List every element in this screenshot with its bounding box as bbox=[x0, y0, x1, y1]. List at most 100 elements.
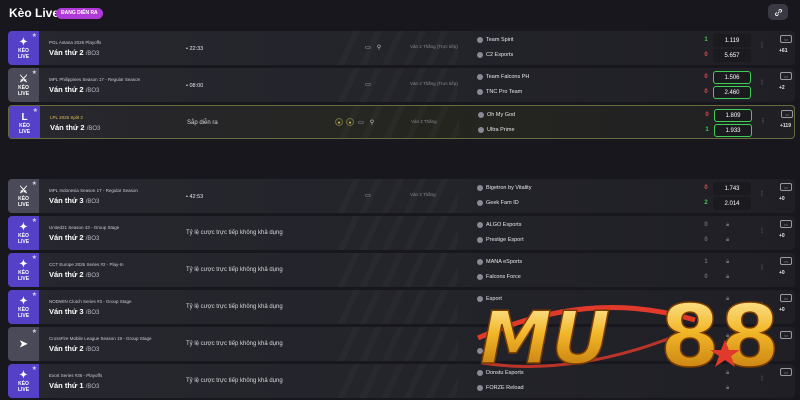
odds-team-1-button[interactable]: 1.809 bbox=[714, 109, 752, 122]
team-logo-icon bbox=[477, 74, 483, 80]
more-markets-count[interactable]: +61 bbox=[779, 48, 787, 54]
odds-team-2-button[interactable]: 1.933 bbox=[714, 124, 752, 137]
sport-tile[interactable]: ★ L KÈO LIVE bbox=[9, 106, 40, 138]
match-status: Tỷ lệ cược trực tiếp không khả dụng bbox=[186, 230, 283, 236]
video-icon[interactable]: ▭ bbox=[357, 118, 365, 126]
video-icon[interactable]: ▭ bbox=[364, 191, 372, 199]
sport-tile[interactable]: ★ ✦ KÈO LIVE bbox=[8, 216, 39, 250]
match-row[interactable]: ★ ✦ KÈO LIVE United21 Season 43 - Group Sta… bbox=[8, 216, 795, 250]
star-icon[interactable]: ★ bbox=[32, 69, 37, 76]
match-row[interactable]: ★ L KÈO LIVE LPL 2026 Split 2 Ván thứ 2 /BO3… bbox=[8, 105, 795, 139]
more-markets-count[interactable]: +2 bbox=[779, 85, 785, 91]
team-2[interactable]: Geek Fam ID bbox=[477, 200, 519, 206]
team-logo-icon bbox=[477, 259, 483, 265]
more-markets-count[interactable]: +0 bbox=[779, 196, 785, 202]
sport-tile[interactable]: ★ ✦ KÈO LIVE bbox=[8, 364, 39, 398]
live-status-badge: ĐANG DIỄN RA bbox=[56, 8, 103, 19]
link-icon[interactable]: ⚲ bbox=[375, 43, 383, 51]
odds-team-2-button[interactable]: 5.657 bbox=[713, 49, 751, 62]
more-markets-count[interactable]: +119 bbox=[780, 123, 791, 129]
match-row[interactable]: ★ ✦ KÈO LIVE PGL Astana 2026 Playoffs Ván th… bbox=[8, 31, 795, 65]
league-name: NODWIN Clutch Series #3 - Group Stage bbox=[49, 299, 132, 304]
game-icon: ✦ bbox=[19, 369, 28, 381]
match-time: • 08:00 bbox=[186, 83, 204, 89]
team-logo-icon bbox=[478, 127, 484, 133]
stats-icon[interactable]: ⫶ bbox=[761, 228, 763, 236]
team-2[interactable]: Ultra Prime bbox=[478, 127, 515, 133]
toggle-icon[interactable]: ▭ bbox=[780, 35, 792, 43]
sport-tile[interactable]: ★ ⚔ KÈO LIVE bbox=[8, 68, 39, 102]
team-1-score: 0 bbox=[705, 112, 709, 118]
sport-tile[interactable]: ★ ➤ bbox=[8, 327, 39, 361]
team-1-score: 0 bbox=[704, 222, 708, 228]
match-title: Ván thứ 2 /BO3 bbox=[49, 48, 99, 57]
star-icon[interactable]: ★ bbox=[32, 254, 37, 261]
toggle-icon[interactable]: ▭ bbox=[780, 220, 792, 228]
stats-icon[interactable]: ⫶ bbox=[762, 118, 764, 126]
team-1-name: Oh My God bbox=[487, 112, 516, 118]
star-icon[interactable]: ★ bbox=[32, 180, 37, 187]
lock-icon: 🔒︎ bbox=[726, 259, 730, 265]
match-status: Tỷ lệ cược trực tiếp không khả dụng bbox=[186, 304, 283, 310]
odds-team-1-button[interactable]: 1.506 bbox=[713, 71, 751, 84]
star-icon[interactable]: ★ bbox=[33, 107, 38, 114]
stats-icon[interactable]: ⫶ bbox=[761, 80, 763, 88]
stats-icon[interactable]: ⫶ bbox=[761, 43, 763, 51]
star-icon[interactable]: ★ bbox=[32, 32, 37, 39]
match-status: Tỷ lệ cược trực tiếp không khả dụng bbox=[186, 267, 283, 273]
stream-icons: ▭ bbox=[364, 80, 372, 88]
team-logo-icon bbox=[477, 89, 483, 95]
match-row[interactable]: ★ ⚔ KÈO LIVE MPL Philippines Season 17 - Re… bbox=[8, 68, 795, 102]
team-2[interactable]: Prestige Esport bbox=[477, 237, 524, 243]
match-game: Ván thứ 2 bbox=[49, 48, 84, 57]
team-2[interactable]: TNC Pro Team bbox=[477, 89, 522, 95]
svg-text:88: 88 bbox=[660, 287, 780, 387]
stream-icons: ▭ bbox=[364, 191, 372, 199]
odds-team-1-button[interactable]: 1.743 bbox=[713, 182, 751, 195]
match-time: • 42:53 bbox=[186, 194, 204, 200]
odds-team-1-button[interactable]: 1.119 bbox=[713, 34, 751, 47]
game-icon: ✦ bbox=[19, 36, 28, 48]
match-format: /BO3 bbox=[85, 199, 100, 205]
team-1-name: Team Spirit bbox=[486, 37, 514, 43]
team-2[interactable]: C2 Esports bbox=[477, 52, 513, 58]
odds-team-2-button[interactable]: 2.460 bbox=[713, 86, 751, 99]
team-1[interactable]: MANA eSports bbox=[477, 259, 522, 265]
star-icon[interactable]: ★ bbox=[32, 365, 37, 372]
sport-tile[interactable]: ★ ✦ KÈO LIVE bbox=[8, 31, 39, 65]
row-decoration bbox=[338, 216, 458, 250]
link-icon[interactable]: ⚲ bbox=[368, 118, 376, 126]
video-icon[interactable]: ▭ bbox=[364, 43, 372, 51]
team-logo-icon bbox=[477, 237, 483, 243]
match-status: Tỷ lệ cược trực tiếp không khả dụng bbox=[186, 341, 283, 347]
team-2-score: 1 bbox=[705, 127, 709, 133]
sport-tile[interactable]: ★ ✦ KÈO LIVE bbox=[8, 253, 39, 287]
team-1[interactable]: Team Spirit bbox=[477, 37, 514, 43]
sport-tile[interactable]: ★ ✦ KÈO LIVE bbox=[8, 290, 39, 324]
sport-tile[interactable]: ★ ⚔ KÈO LIVE bbox=[8, 179, 39, 213]
toggle-icon[interactable]: ▭ bbox=[780, 183, 792, 191]
star-icon[interactable]: ★ bbox=[32, 328, 37, 335]
team-1-name: ALGO Esports bbox=[486, 222, 522, 228]
more-markets-count[interactable]: +0 bbox=[779, 233, 785, 239]
stats-icon[interactable]: ⫶ bbox=[761, 191, 763, 199]
stream-icon[interactable]: ● bbox=[335, 118, 343, 126]
team-1[interactable]: Team Falcons PH bbox=[477, 74, 529, 80]
team-1[interactable]: Oh My God bbox=[478, 112, 515, 118]
toggle-icon[interactable]: ▭ bbox=[780, 257, 792, 265]
link-button[interactable] bbox=[768, 4, 788, 20]
match-title: Ván thứ 2 /BO3 bbox=[49, 233, 99, 242]
team-2-name: C2 Esports bbox=[486, 52, 514, 58]
toggle-icon[interactable]: ▭ bbox=[781, 110, 793, 118]
video-icon[interactable]: ▭ bbox=[364, 80, 372, 88]
stream-icon[interactable]: ● bbox=[346, 118, 354, 126]
match-game: Ván thứ 2 bbox=[49, 233, 84, 242]
toggle-icon[interactable]: ▭ bbox=[780, 72, 792, 80]
team-1[interactable]: Bigetron by Vitality bbox=[477, 185, 531, 191]
star-icon[interactable]: ★ bbox=[32, 291, 37, 298]
odds-team-2-button[interactable]: 2.014 bbox=[713, 197, 751, 210]
star-icon[interactable]: ★ bbox=[32, 217, 37, 224]
team-1[interactable]: ALGO Esports bbox=[477, 222, 521, 228]
game-icon: ✦ bbox=[19, 221, 28, 233]
match-row[interactable]: ★ ⚔ KÈO LIVE MPL Indonesia Season 17 - Regu… bbox=[8, 179, 795, 213]
